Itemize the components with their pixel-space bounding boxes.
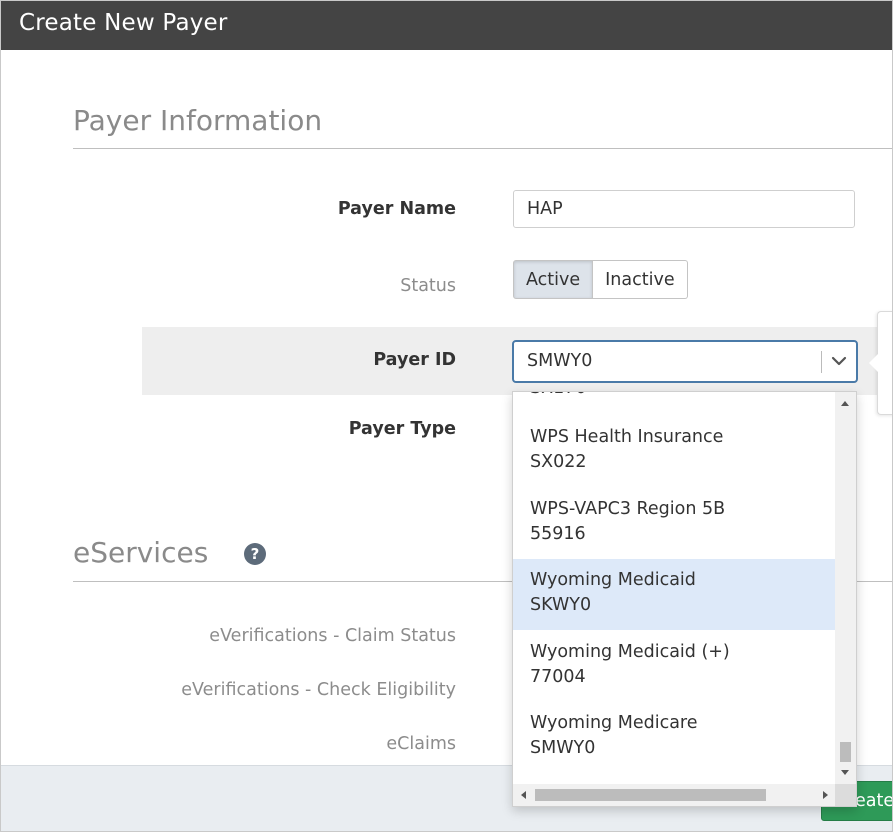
- dropdown-option[interactable]: Wyoming Medicaid (+) 77004: [513, 631, 836, 702]
- option-id: SMWY0: [530, 738, 596, 758]
- eclaims-label: eClaims: [386, 734, 456, 754]
- eservices-heading: eServices: [73, 536, 209, 569]
- chevron-down-icon[interactable]: [829, 351, 849, 371]
- status-label: Status: [400, 276, 456, 296]
- scroll-left-arrow-icon[interactable]: [521, 791, 526, 799]
- option-id: SX170: [530, 392, 836, 401]
- dialog-title: Create New Payer: [19, 10, 228, 36]
- option-id: SKWY0: [530, 595, 592, 615]
- dropdown-options-list[interactable]: SX170 WPS Health Insurance SX022 WPS-VAP…: [513, 392, 836, 784]
- option-name: Wyoming Medicaid: [530, 570, 696, 590]
- select-separator: [821, 351, 822, 373]
- option-name: WPS Health Insurance: [530, 427, 724, 447]
- side-tooltip-tab: [869, 311, 892, 415]
- status-toggle-group: Active Inactive: [513, 260, 688, 299]
- option-name: Wyoming Medicare: [530, 713, 698, 733]
- claim-status-label: eVerifications - Claim Status: [209, 626, 456, 646]
- option-name: Wyoming Medicaid (+): [530, 642, 730, 662]
- create-payer-dialog: Create New Payer Payer Information Payer…: [0, 0, 893, 832]
- option-id: 55916: [530, 524, 586, 544]
- option-id: SX022: [530, 452, 587, 472]
- payer-id-label: Payer ID: [373, 350, 456, 370]
- payer-id-dropdown: SX170 WPS Health Insurance SX022 WPS-VAP…: [512, 391, 857, 807]
- dropdown-option[interactable]: WPS-VAPC3 Region 5B 55916: [513, 488, 836, 559]
- scrollbar-corner: [835, 784, 856, 806]
- horizontal-scroll-thumb[interactable]: [535, 789, 766, 801]
- section-divider: [73, 148, 892, 149]
- check-eligibility-label: eVerifications - Check Eligibility: [181, 680, 456, 700]
- scroll-down-arrow-icon[interactable]: [841, 770, 849, 775]
- scroll-up-arrow-icon[interactable]: [841, 401, 849, 406]
- vertical-scrollbar[interactable]: [835, 392, 856, 784]
- payer-type-label: Payer Type: [348, 419, 456, 439]
- payer-id-select[interactable]: SMWY0: [512, 340, 858, 383]
- status-active-button[interactable]: Active: [513, 260, 594, 299]
- dropdown-option-highlighted[interactable]: Wyoming Medicaid SKWY0: [513, 559, 836, 630]
- dropdown-option[interactable]: Wyoming Medicare SMWY0: [513, 702, 836, 773]
- dropdown-option[interactable]: WPS Health Insurance SX022: [513, 416, 836, 487]
- scroll-right-arrow-icon[interactable]: [823, 791, 828, 799]
- payer-name-label: Payer Name: [337, 199, 456, 219]
- option-id: 77004: [530, 667, 586, 687]
- status-inactive-button[interactable]: Inactive: [593, 260, 688, 299]
- payer-information-heading: Payer Information: [73, 104, 323, 137]
- vertical-scroll-thumb[interactable]: [840, 742, 851, 762]
- title-bar: Create New Payer: [1, 1, 892, 50]
- payer-id-value: SMWY0: [527, 351, 593, 371]
- payer-name-input[interactable]: [513, 190, 855, 228]
- horizontal-scrollbar[interactable]: [513, 784, 836, 806]
- option-name: WPS-VAPC3 Region 5B: [530, 499, 726, 519]
- question-circle-icon[interactable]: ?: [244, 543, 266, 565]
